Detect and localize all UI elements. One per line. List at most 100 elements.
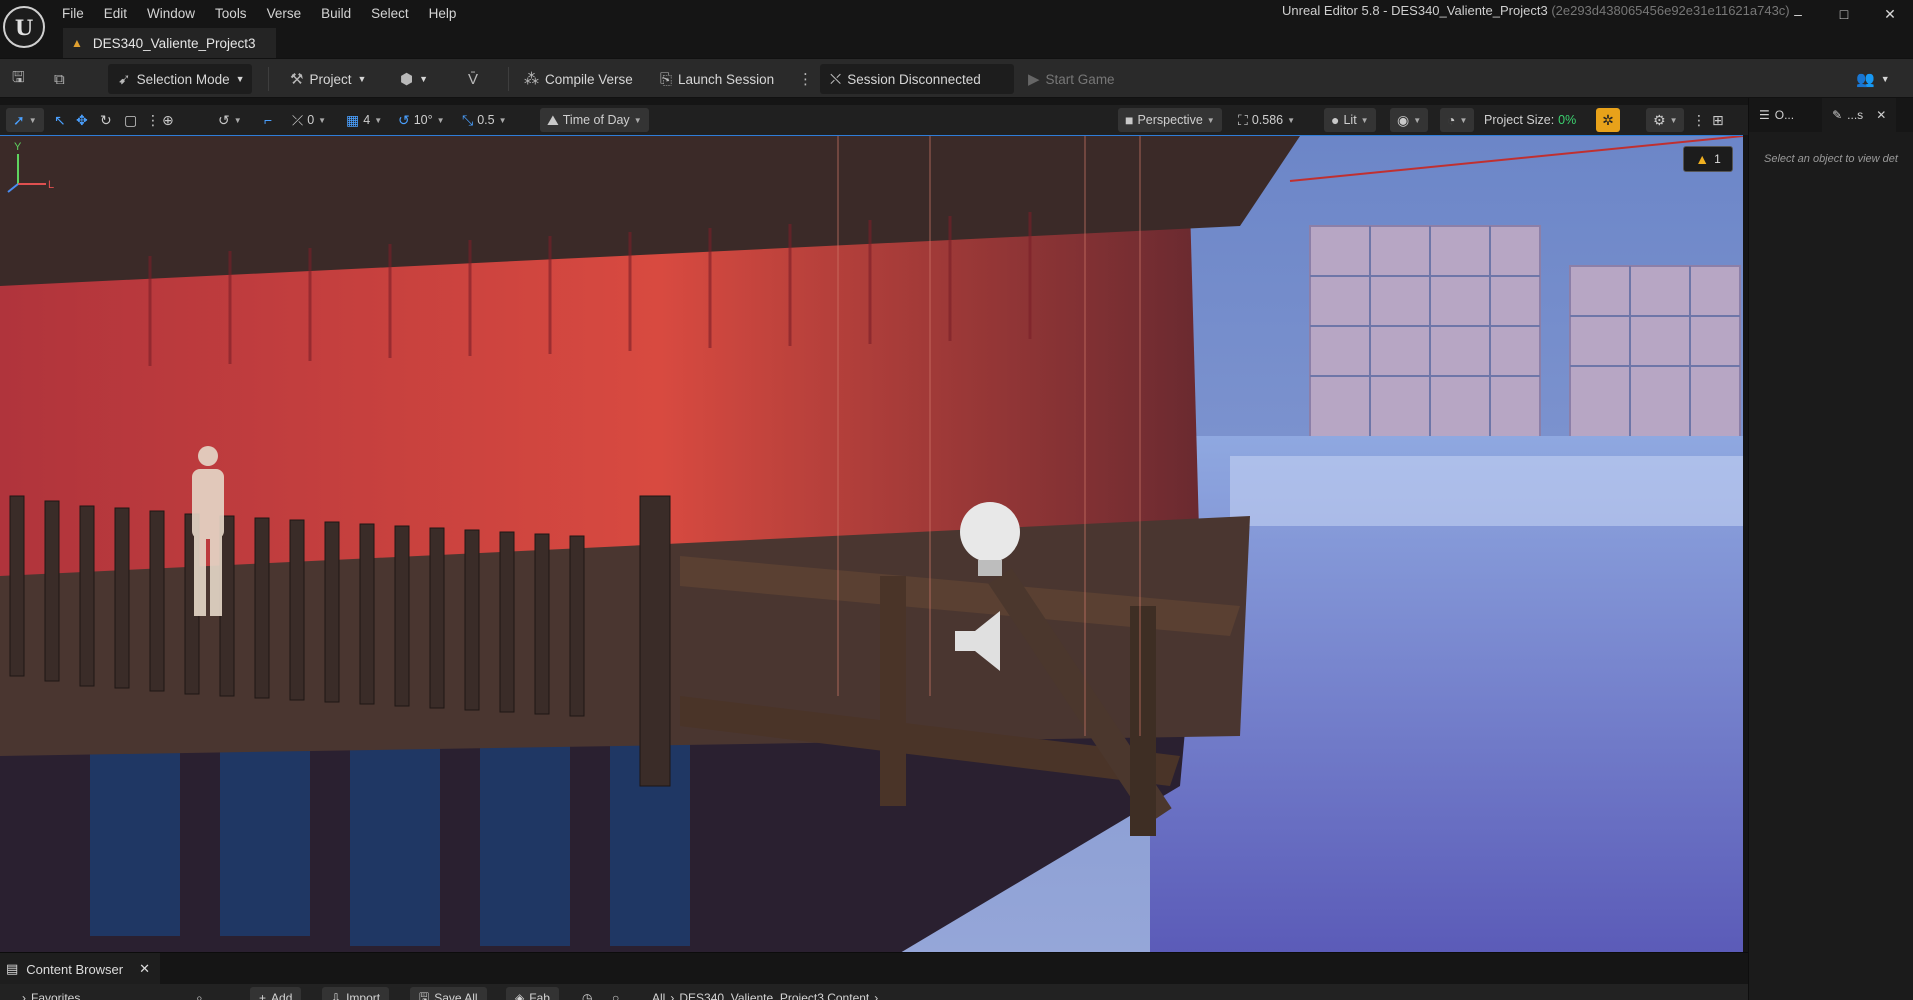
compile-icon: ⁂ <box>524 71 539 88</box>
fab-button[interactable]: ◈ Fab <box>506 987 559 1000</box>
session-status[interactable]: ⛌ Session Disconnected <box>820 64 1014 94</box>
chevron-down-icon: ▼ <box>235 74 245 84</box>
rotation-snap[interactable]: ⌐ <box>264 108 272 132</box>
close-tab-icon[interactable]: ✕ <box>139 961 150 977</box>
tab-details[interactable]: ✎ ...s ✕ <box>1822 98 1897 132</box>
grid-snap-value: 4 <box>363 113 371 127</box>
show-flags-dropdown[interactable]: ◉ ▼ <box>1390 108 1429 132</box>
select-tool[interactable]: ↖ <box>54 108 66 132</box>
view-mode-dropdown[interactable]: ● Lit ▼ <box>1324 108 1376 132</box>
chevron-right-icon: › <box>22 991 26 1000</box>
globe-icon: ⊕ <box>162 111 174 128</box>
chevron-down-icon: ▼ <box>1880 74 1890 84</box>
start-game-button[interactable]: ▶ Start Game <box>1028 64 1115 94</box>
close-window-button[interactable]: ✕ <box>1867 0 1913 28</box>
performance-icon: ◔ <box>1447 112 1456 128</box>
tab-outliner[interactable]: ☰ O... <box>1749 98 1804 132</box>
perspective-label: Perspective <box>1137 113 1203 127</box>
warning-icon: ▲ <box>1695 151 1710 167</box>
save-all-button[interactable]: 🖫 Save All <box>410 987 487 1000</box>
save-button[interactable]: 🖫 <box>12 64 25 94</box>
breadcrumb-all[interactable]: All <box>652 991 665 1000</box>
breadcrumb-content[interactable]: DES340_Valiente_Project3 Content <box>679 991 869 1000</box>
launch-icon: ⎘ <box>660 70 673 88</box>
history-back-button[interactable]: ◷ <box>582 987 592 1000</box>
viewport-warning-badge[interactable]: ▲ 1 <box>1683 146 1733 172</box>
fab-icon: ◈ <box>515 991 525 1000</box>
document-tab[interactable]: ▲ DES340_Valiente_Project3 <box>63 28 276 58</box>
scale-tool[interactable]: ▢ <box>124 108 137 132</box>
viewport-layout-button[interactable]: ⊞ <box>1712 108 1724 132</box>
viewport-options-button[interactable]: ⋮ <box>1692 108 1706 132</box>
rotate-tool[interactable]: ↻ <box>100 108 112 132</box>
minimize-button[interactable]: – <box>1775 0 1821 28</box>
chevron-down-icon: ▼ <box>419 74 429 84</box>
selection-mode-label: Selection Mode <box>136 71 230 87</box>
compile-verse-button[interactable]: ⁂ Compile Verse <box>524 64 633 94</box>
chevron-down-icon: ▼ <box>436 115 445 125</box>
browse-level-button[interactable]: ⧉ <box>54 64 65 94</box>
history-forward-button[interactable]: ○ <box>612 987 619 1000</box>
chevron-down-icon: ▼ <box>318 115 327 125</box>
world-local-toggle[interactable]: ⊕ <box>162 108 174 132</box>
add-button[interactable]: + Add <box>250 987 302 1000</box>
favorites-toggle[interactable]: › Favorites <box>22 987 80 1000</box>
disconnected-icon: ⛌ <box>830 70 842 88</box>
performance-dropdown[interactable]: ◔ ▼ <box>1440 108 1475 132</box>
selection-mode-dropdown[interactable]: ➹ Selection Mode ▼ <box>108 64 252 94</box>
menu-edit[interactable]: Edit <box>94 0 137 28</box>
content-browser-tab[interactable]: ▤ Content Browser ✕ <box>0 953 161 985</box>
menu-help[interactable]: Help <box>419 0 467 28</box>
menu-verse[interactable]: Verse <box>257 0 312 28</box>
time-of-day-label: Time of Day <box>562 113 630 127</box>
project-dropdown[interactable]: ⚒ Project ▼ <box>290 64 366 94</box>
unreal-logo[interactable]: U <box>3 6 45 48</box>
chevron-down-icon: ▼ <box>1206 115 1215 125</box>
translate-tool[interactable]: ✥ <box>76 108 88 132</box>
angle-snap-dropdown[interactable]: ⤫ 0 ▼ <box>292 108 326 132</box>
search-icon: ⌕ <box>196 990 203 1000</box>
chevron-down-icon: ▼ <box>1669 115 1678 125</box>
view-mode-label: Lit <box>1343 113 1357 127</box>
chevron-down-icon: ▼ <box>633 115 642 125</box>
chevron-down-icon: ▼ <box>1360 115 1369 125</box>
menu-build[interactable]: Build <box>311 0 361 28</box>
grid-snap-dropdown[interactable]: ▦ 4 ▼ <box>346 108 382 132</box>
viewport-settings-dropdown[interactable]: ⚙ ▼ <box>1646 108 1685 132</box>
scale-snap-dropdown[interactable]: ⤡ 0.5 ▼ <box>462 108 507 132</box>
favorites-search-button[interactable]: ⌕ <box>196 987 203 1000</box>
viewport-more-options[interactable]: ⋮ <box>146 108 160 132</box>
perspective-dropdown[interactable]: ■ Perspective ▼ <box>1118 108 1222 132</box>
import-button[interactable]: ⇩ Import <box>322 987 390 1000</box>
project-icon: ⚒ <box>290 71 304 88</box>
users-button[interactable]: 👥 ▼ <box>1856 64 1890 94</box>
add-content-dropdown[interactable]: ⬢ ▼ <box>400 64 428 94</box>
move-icon: ✥ <box>76 111 88 128</box>
details-panel-tabs: ☰ O... ✎ ...s ✕ <box>1749 98 1913 132</box>
menu-window[interactable]: Window <box>137 0 205 28</box>
menu-file[interactable]: File <box>52 0 94 28</box>
menu-select[interactable]: Select <box>361 0 419 28</box>
transform-mode-dropdown[interactable]: ➚ ▼ <box>6 108 44 132</box>
close-tab-icon[interactable]: ✕ <box>1876 108 1886 122</box>
menu-tools[interactable]: Tools <box>205 0 257 28</box>
landscape-icon: ⛰ <box>547 111 559 128</box>
cursor-icon: ➹ <box>118 71 131 88</box>
snap-icon: ⌐ <box>264 112 273 128</box>
lit-sphere-icon: ● <box>1331 112 1340 128</box>
users-icon: 👥 <box>1856 71 1875 88</box>
content-browser-tab-label: Content Browser <box>26 961 124 977</box>
launch-session-button[interactable]: ⎘ Launch Session <box>660 64 774 94</box>
chevron-right-icon: › <box>874 991 879 1000</box>
level-viewport[interactable]: ▲ 1 Y L <box>0 135 1743 952</box>
realtime-toggle-button[interactable]: ✲ <box>1596 108 1620 132</box>
chevron-down-icon: ▼ <box>1413 115 1422 125</box>
surface-snap-dropdown[interactable]: ↺ ▼ <box>218 108 242 132</box>
verse-icon: V̄ <box>468 70 479 88</box>
maximize-button[interactable]: □ <box>1821 0 1867 28</box>
rotation-snap-dropdown[interactable]: ↺ 10° ▼ <box>398 108 445 132</box>
session-options-button[interactable]: ⋮ <box>798 64 813 94</box>
camera-speed-dropdown[interactable]: ⛶ 0.586 ▼ <box>1238 108 1295 132</box>
verse-button[interactable]: V̄ <box>468 64 478 94</box>
time-of-day-dropdown[interactable]: ⛰ Time of Day ▼ <box>540 108 649 132</box>
